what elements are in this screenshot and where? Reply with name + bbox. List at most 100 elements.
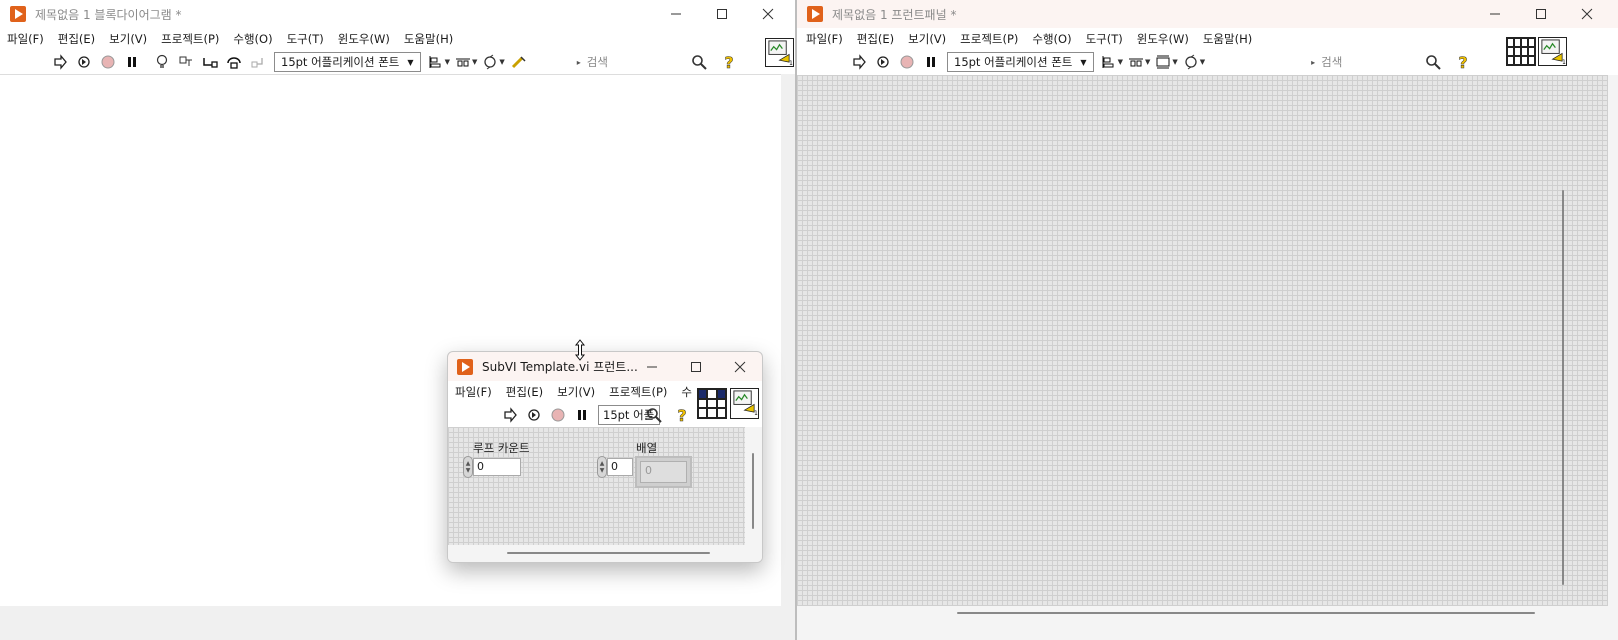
connector-pane[interactable] <box>697 388 727 419</box>
menu-file[interactable]: 파일(F) <box>448 381 499 403</box>
index-increment-decrement-arrows[interactable]: ▲ ▼ <box>597 456 607 478</box>
menu-edit[interactable]: 편집(E) <box>51 28 102 50</box>
maximize-button[interactable] <box>699 0 745 28</box>
pause-icon[interactable] <box>122 52 142 72</box>
menu-project[interactable]: 프로젝트(P) <box>602 381 674 403</box>
align-objects-icon[interactable]: ▼ <box>1100 52 1123 72</box>
search-input[interactable] <box>1319 54 1422 70</box>
menu-help[interactable]: 도움말(H) <box>397 28 460 50</box>
vertical-scrollbar-thumb[interactable] <box>752 453 754 529</box>
step-into-icon[interactable] <box>200 52 220 72</box>
menu-operate[interactable]: 수행(O) <box>226 28 279 50</box>
menu-view[interactable]: 보기(V) <box>901 28 953 50</box>
help-icon[interactable]: ? <box>719 52 739 72</box>
abort-icon[interactable] <box>897 52 917 72</box>
status-area <box>0 606 795 640</box>
vi-icon[interactable]: 1 <box>1538 37 1567 66</box>
menu-tools[interactable]: 도구(T) <box>1079 28 1130 50</box>
help-icon[interactable]: ? <box>1453 52 1473 72</box>
reorder-icon[interactable]: ▼ <box>481 52 505 72</box>
menu-edit[interactable]: 편집(E) <box>499 381 550 403</box>
search-box[interactable]: ▸ <box>1311 52 1422 72</box>
vertical-scrollbar-thumb[interactable] <box>1562 190 1564 585</box>
step-over-icon[interactable] <box>224 52 244 72</box>
distribute-objects-icon[interactable]: ▼ <box>454 52 477 72</box>
minimize-button[interactable] <box>1472 0 1518 28</box>
array-index-control[interactable]: ▲ ▼ 0 <box>597 456 633 478</box>
clean-up-diagram-icon[interactable] <box>509 52 529 72</box>
pause-icon[interactable] <box>921 52 941 72</box>
array-label: 배열 <box>636 441 658 455</box>
connector-number: 1 <box>789 61 793 66</box>
menu-view[interactable]: 보기(V) <box>102 28 154 50</box>
front-panel-canvas[interactable] <box>797 75 1608 606</box>
highlight-execution-lightbulb-icon[interactable] <box>152 52 172 72</box>
svg-text:?: ? <box>1459 53 1468 71</box>
search-expand-icon[interactable]: ▸ <box>577 58 581 67</box>
run-continuously-icon[interactable] <box>74 52 94 72</box>
font-select[interactable]: 15pt 어플리케이션 폰트 ▼ <box>947 52 1094 72</box>
svg-text:?: ? <box>677 406 686 424</box>
close-button[interactable] <box>745 0 791 28</box>
menu-view[interactable]: 보기(V) <box>550 381 602 403</box>
align-objects-icon[interactable]: ▼ <box>427 52 450 72</box>
search-expand-icon[interactable]: ▸ <box>1311 58 1315 67</box>
labview-app-icon <box>457 358 473 375</box>
svg-text:?: ? <box>724 53 733 71</box>
menu-tools[interactable]: 도구(T) <box>280 28 331 50</box>
run-arrow-icon[interactable] <box>500 405 520 425</box>
window-title: 제목없음 1 프런트패널 * <box>832 7 957 22</box>
array-element-value[interactable]: 0 <box>640 461 687 483</box>
abort-icon[interactable] <box>548 405 568 425</box>
close-button[interactable] <box>1564 0 1610 28</box>
search-icon[interactable] <box>1423 52 1443 72</box>
menu-window[interactable]: 윈도우(W) <box>1130 28 1196 50</box>
run-arrow-icon[interactable] <box>50 52 70 72</box>
vertical-scroll-track[interactable] <box>781 74 795 606</box>
menu-operate[interactable]: 수행(O) <box>1025 28 1078 50</box>
loop-count-value[interactable]: 0 <box>473 458 521 476</box>
menu-edit[interactable]: 편집(E) <box>850 28 901 50</box>
retain-wire-values-icon[interactable] <box>176 52 196 72</box>
maximize-button[interactable] <box>674 352 718 381</box>
front-panel-window: 제목없음 1 프런트패널 * 파일(F) 편집(E) 보기(V) 프로젝트(P)… <box>797 0 1618 640</box>
vi-icon[interactable]: 1 <box>765 38 794 67</box>
search-icon[interactable] <box>689 52 709 72</box>
subvi-front-panel-window: SubVI Template.vi 프런트... 파일(F) 편집(E) 보기(… <box>447 351 763 563</box>
labview-app-icon <box>10 6 26 22</box>
connector-number: 1 <box>1562 60 1566 65</box>
maximize-button[interactable] <box>1518 0 1564 28</box>
menu-file[interactable]: 파일(F) <box>0 28 51 50</box>
menu-window[interactable]: 윈도우(W) <box>331 28 397 50</box>
minimize-button[interactable] <box>653 0 699 28</box>
close-button[interactable] <box>718 352 762 381</box>
help-icon[interactable]: ? <box>672 405 692 425</box>
menu-project[interactable]: 프로젝트(P) <box>154 28 226 50</box>
minimize-button[interactable] <box>630 352 674 381</box>
loop-count-control[interactable]: ▲ ▼ 0 <box>463 456 521 478</box>
run-continuously-icon[interactable] <box>873 52 893 72</box>
menu-operate-truncated[interactable]: 수 <box>674 381 696 403</box>
font-select[interactable]: 15pt 어플리케이션 폰트 ▼ <box>274 52 421 72</box>
horizontal-scrollbar-thumb[interactable] <box>507 552 710 554</box>
menu-file[interactable]: 파일(F) <box>799 28 850 50</box>
vertical-scroll-track[interactable] <box>1608 75 1618 606</box>
pause-icon[interactable] <box>572 405 592 425</box>
step-out-icon[interactable] <box>248 52 268 72</box>
array-index-value[interactable]: 0 <box>607 458 633 476</box>
abort-icon[interactable] <box>98 52 118 72</box>
vi-icon[interactable]: 1 <box>730 388 759 419</box>
resize-objects-icon[interactable]: ▼ <box>1154 52 1178 72</box>
horizontal-scrollbar-thumb[interactable] <box>957 612 1535 614</box>
run-arrow-icon[interactable] <box>849 52 869 72</box>
search-icon[interactable] <box>644 405 664 425</box>
run-continuously-icon[interactable] <box>524 405 544 425</box>
menu-help[interactable]: 도움말(H) <box>1196 28 1259 50</box>
connector-pane[interactable] <box>1506 37 1536 66</box>
menu-project[interactable]: 프로젝트(P) <box>953 28 1025 50</box>
reorder-icon[interactable]: ▼ <box>1182 52 1205 72</box>
search-box[interactable]: ▸ <box>577 52 687 72</box>
search-input[interactable] <box>584 54 687 70</box>
increment-decrement-arrows[interactable]: ▲ ▼ <box>463 456 473 478</box>
distribute-objects-icon[interactable]: ▼ <box>1127 52 1150 72</box>
